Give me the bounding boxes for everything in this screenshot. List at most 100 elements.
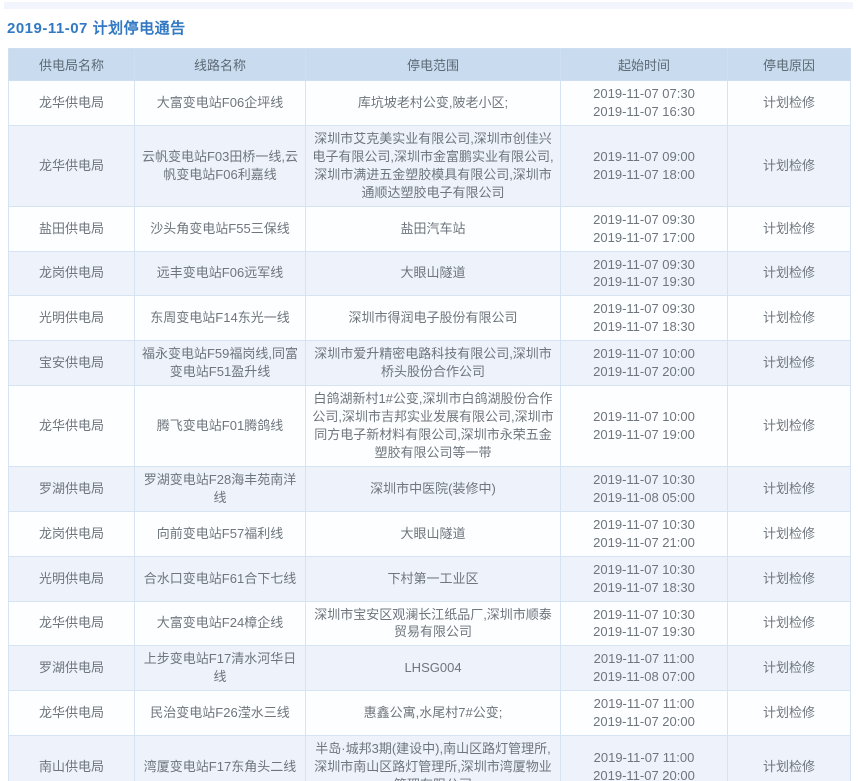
bureau-cell: 盐田供电局 (9, 206, 135, 251)
line-cell: 合水口变电站F61合下七线 (135, 556, 306, 601)
time-start: 2019-11-07 09:30 (567, 300, 721, 318)
time-end: 2019-11-08 07:00 (567, 668, 721, 686)
time-end: 2019-11-07 17:00 (567, 229, 721, 247)
table-row: 龙华供电局云帆变电站F03田桥一线,云帆变电站F06利嘉线深圳市艾克美实业有限公… (9, 125, 851, 206)
scope-cell: 深圳市艾克美实业有限公司,深圳市创佳兴电子有限公司,深圳市金富鹏实业有限公司,深… (306, 125, 561, 206)
line-cell: 沙头角变电站F55三保线 (135, 206, 306, 251)
time-start: 2019-11-07 07:30 (567, 85, 721, 103)
bureau-cell: 罗湖供电局 (9, 646, 135, 691)
time-start: 2019-11-07 11:00 (567, 695, 721, 713)
time-cell: 2019-11-07 11:002019-11-07 20:00 (561, 736, 728, 781)
line-cell: 远丰变电站F06远军线 (135, 251, 306, 296)
page-title: 2019-11-07 计划停电通告 (7, 17, 858, 38)
table-header: 供电局名称线路名称停电范围起始时间停电原因 (9, 49, 851, 81)
time-cell: 2019-11-07 10:302019-11-07 21:00 (561, 511, 728, 556)
scope-cell: 半岛·城邦3期(建设中),南山区路灯管理所,深圳市南山区路灯管理所,深圳市湾厦物… (306, 736, 561, 781)
time-cell: 2019-11-07 10:002019-11-07 19:00 (561, 386, 728, 467)
line-cell: 腾飞变电站F01腾鸽线 (135, 386, 306, 467)
time-cell: 2019-11-07 10:302019-11-08 05:00 (561, 466, 728, 511)
time-start: 2019-11-07 10:30 (567, 471, 721, 489)
column-header-time: 起始时间 (561, 49, 728, 81)
line-cell: 上步变电站F17清水河华日线 (135, 646, 306, 691)
time-end: 2019-11-07 18:30 (567, 579, 721, 597)
bureau-cell: 光明供电局 (9, 296, 135, 341)
scope-cell: LHSG004 (306, 646, 561, 691)
reason-cell: 计划检修 (728, 296, 851, 341)
time-start: 2019-11-07 09:30 (567, 211, 721, 229)
time-cell: 2019-11-07 10:302019-11-07 19:30 (561, 601, 728, 646)
time-end: 2019-11-08 05:00 (567, 489, 721, 507)
table-row: 光明供电局合水口变电站F61合下七线下村第一工业区2019-11-07 10:3… (9, 556, 851, 601)
line-cell: 湾厦变电站F17东角头二线 (135, 736, 306, 781)
reason-cell: 计划检修 (728, 81, 851, 126)
bureau-cell: 龙岗供电局 (9, 251, 135, 296)
column-header-scope: 停电范围 (306, 49, 561, 81)
bureau-cell: 龙岗供电局 (9, 511, 135, 556)
scope-cell: 大眼山隧道 (306, 251, 561, 296)
time-cell: 2019-11-07 09:302019-11-07 17:00 (561, 206, 728, 251)
time-start: 2019-11-07 10:30 (567, 561, 721, 579)
time-end: 2019-11-07 20:00 (567, 713, 721, 731)
table-row: 宝安供电局福永变电站F59福岗线,同富变电站F51盈升线深圳市爱升精密电路科技有… (9, 341, 851, 386)
reason-cell: 计划检修 (728, 736, 851, 781)
scope-cell: 盐田汽车站 (306, 206, 561, 251)
column-header-bureau: 供电局名称 (9, 49, 135, 81)
time-start: 2019-11-07 10:00 (567, 345, 721, 363)
time-cell: 2019-11-07 11:002019-11-07 20:00 (561, 691, 728, 736)
scope-cell: 深圳市爱升精密电路科技有限公司,深圳市桥头股份合作公司 (306, 341, 561, 386)
reason-cell: 计划检修 (728, 466, 851, 511)
time-start: 2019-11-07 11:00 (567, 650, 721, 668)
outage-table: 供电局名称线路名称停电范围起始时间停电原因 龙华供电局大富变电站F06企坪线库坑… (8, 48, 851, 781)
table-row: 龙华供电局民治变电站F26滢水三线惠鑫公寓,水尾村7#公变;2019-11-07… (9, 691, 851, 736)
time-start: 2019-11-07 10:00 (567, 408, 721, 426)
time-cell: 2019-11-07 09:302019-11-07 19:30 (561, 251, 728, 296)
scope-cell: 下村第一工业区 (306, 556, 561, 601)
line-cell: 大富变电站F06企坪线 (135, 81, 306, 126)
time-end: 2019-11-07 18:30 (567, 318, 721, 336)
time-end: 2019-11-07 20:00 (567, 363, 721, 381)
time-start: 2019-11-07 09:30 (567, 256, 721, 274)
bureau-cell: 宝安供电局 (9, 341, 135, 386)
bureau-cell: 罗湖供电局 (9, 466, 135, 511)
time-end: 2019-11-07 21:00 (567, 534, 721, 552)
scope-cell: 深圳市中医院(装修中) (306, 466, 561, 511)
table-row: 龙华供电局大富变电站F06企坪线库坑坡老村公变,陂老小区; 2019-11-07 … (9, 81, 851, 126)
time-end: 2019-11-07 18:00 (567, 166, 721, 184)
line-cell: 云帆变电站F03田桥一线,云帆变电站F06利嘉线 (135, 125, 306, 206)
reason-cell: 计划检修 (728, 341, 851, 386)
bureau-cell: 龙华供电局 (9, 125, 135, 206)
reason-cell: 计划检修 (728, 556, 851, 601)
table-row: 罗湖供电局罗湖变电站F28海丰苑南洋线深圳市中医院(装修中)2019-11-07… (9, 466, 851, 511)
table-row: 南山供电局湾厦变电站F17东角头二线半岛·城邦3期(建设中),南山区路灯管理所,… (9, 736, 851, 781)
line-cell: 罗湖变电站F28海丰苑南洋线 (135, 466, 306, 511)
scope-cell: 白鸽湖新村1#公变,深圳市白鸽湖股份合作公司,深圳市吉邦实业发展有限公司,深圳市… (306, 386, 561, 467)
time-start: 2019-11-07 09:00 (567, 148, 721, 166)
bureau-cell: 龙华供电局 (9, 81, 135, 126)
scope-cell: 大眼山隧道 (306, 511, 561, 556)
bureau-cell: 龙华供电局 (9, 691, 135, 736)
time-start: 2019-11-07 11:00 (567, 749, 721, 767)
time-start: 2019-11-07 10:30 (567, 516, 721, 534)
line-cell: 民治变电站F26滢水三线 (135, 691, 306, 736)
table-row: 龙岗供电局远丰变电站F06远军线大眼山隧道2019-11-07 09:30201… (9, 251, 851, 296)
reason-cell: 计划检修 (728, 386, 851, 467)
line-cell: 东周变电站F14东光一线 (135, 296, 306, 341)
time-cell: 2019-11-07 09:002019-11-07 18:00 (561, 125, 728, 206)
reason-cell: 计划检修 (728, 511, 851, 556)
table-body: 龙华供电局大富变电站F06企坪线库坑坡老村公变,陂老小区;2019-11-07 … (9, 81, 851, 781)
previous-row-remnant-strip (4, 2, 853, 9)
scope-cell: 库坑坡老村公变,陂老小区; (306, 81, 561, 126)
reason-cell: 计划检修 (728, 691, 851, 736)
time-cell: 2019-11-07 10:302019-11-07 18:30 (561, 556, 728, 601)
reason-cell: 计划检修 (728, 125, 851, 206)
line-cell: 向前变电站F57福利线 (135, 511, 306, 556)
time-end: 2019-11-07 19:30 (567, 273, 721, 291)
column-header-line: 线路名称 (135, 49, 306, 81)
time-end: 2019-11-07 16:30 (567, 103, 721, 121)
bureau-cell: 龙华供电局 (9, 601, 135, 646)
table-row: 盐田供电局沙头角变电站F55三保线盐田汽车站2019-11-07 09:3020… (9, 206, 851, 251)
table-row: 龙岗供电局向前变电站F57福利线大眼山隧道2019-11-07 10:30201… (9, 511, 851, 556)
bureau-cell: 南山供电局 (9, 736, 135, 781)
bureau-cell: 光明供电局 (9, 556, 135, 601)
time-cell: 2019-11-07 11:002019-11-08 07:00 (561, 646, 728, 691)
